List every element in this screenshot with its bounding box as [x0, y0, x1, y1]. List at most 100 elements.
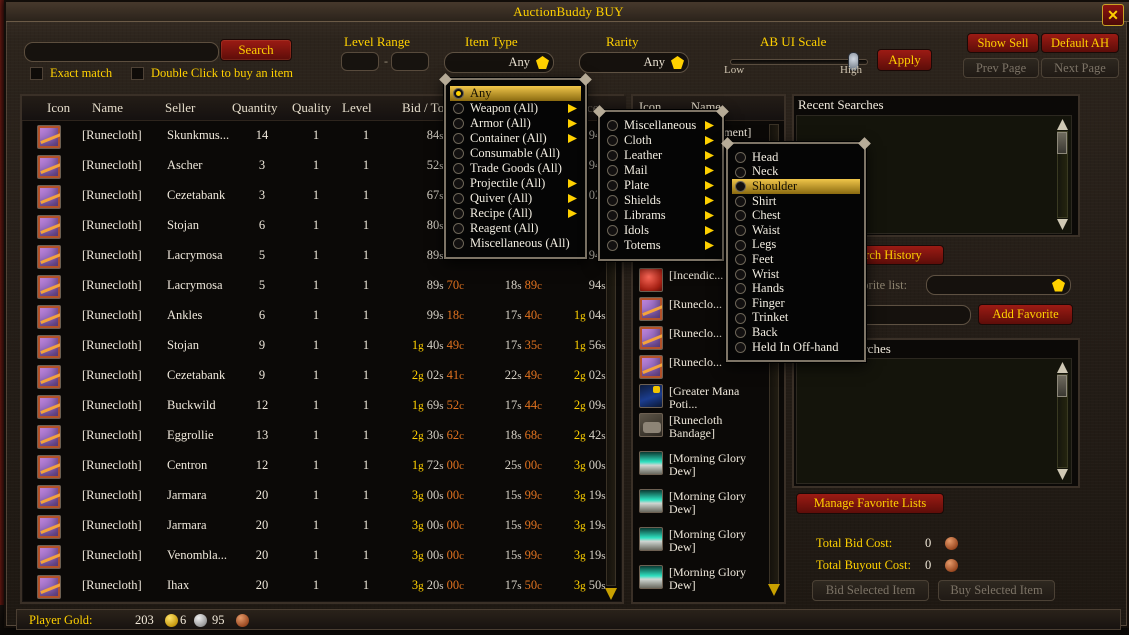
table-row[interactable]: [Runecloth] Stojan 9 1 1 1g 40s 49c 17s 35c 1g …: [24, 332, 608, 362]
level-min-input[interactable]: [341, 52, 379, 71]
scroll-down-icon[interactable]: [1057, 219, 1068, 230]
next-page-button[interactable]: Next Page: [1041, 58, 1119, 78]
runecloth-icon[interactable]: [639, 355, 663, 379]
greater-mana-potion-icon[interactable]: [639, 384, 663, 408]
runecloth-bandage-icon[interactable]: [639, 413, 663, 437]
list-item[interactable]: [Morning Glory Dew]: [635, 562, 765, 600]
radio-icon[interactable]: [735, 210, 746, 222]
list-item[interactable]: [Greater Mana Poti...: [635, 381, 765, 411]
scroll-thumb[interactable]: [1057, 132, 1067, 154]
menu-item-shields[interactable]: Shields: [604, 193, 718, 208]
add-favorite-button[interactable]: Add Favorite: [978, 304, 1073, 325]
radio-icon[interactable]: [453, 193, 464, 204]
exact-match-box[interactable]: [30, 67, 43, 80]
radio-icon[interactable]: [735, 283, 746, 295]
item-type-menu[interactable]: Any Weapon (All) Armor (All) Container (All…: [444, 78, 587, 259]
favorite-name-input[interactable]: [858, 305, 971, 325]
runecloth-icon[interactable]: [37, 545, 61, 569]
runecloth-icon[interactable]: [37, 215, 61, 239]
radio-icon[interactable]: [607, 135, 618, 146]
list-item[interactable]: [Morning Glory Dew]: [635, 524, 765, 562]
column-header-quantity[interactable]: Quantity: [232, 100, 278, 116]
menu-item-idols[interactable]: Idols: [604, 223, 718, 238]
runecloth-icon[interactable]: [37, 395, 61, 419]
favorite-searches-list[interactable]: [796, 358, 1072, 484]
morning-glory-dew-icon[interactable]: [639, 565, 663, 589]
column-header-level[interactable]: Level: [342, 100, 372, 116]
morning-glory-dew-icon[interactable]: [639, 451, 663, 475]
menu-item-shoulder[interactable]: Shoulder: [732, 179, 860, 194]
runecloth-icon[interactable]: [37, 425, 61, 449]
menu-item-hands[interactable]: Hands: [732, 281, 860, 296]
item-type-dropdown[interactable]: Any: [444, 52, 554, 73]
runecloth-icon[interactable]: [37, 275, 61, 299]
menu-item-plate[interactable]: Plate: [604, 178, 718, 193]
search-input[interactable]: [24, 42, 219, 62]
rarity-dropdown[interactable]: Any: [579, 52, 689, 73]
search-button[interactable]: Search: [220, 39, 292, 61]
buy-selected-item-button[interactable]: Buy Selected Item: [938, 580, 1055, 601]
menu-item-leather[interactable]: Leather: [604, 148, 718, 163]
radio-icon[interactable]: [735, 239, 746, 251]
menu-item-legs[interactable]: Legs: [732, 237, 860, 253]
radio-icon[interactable]: [607, 240, 618, 251]
radio-icon[interactable]: [735, 341, 746, 353]
runecloth-icon[interactable]: [37, 245, 61, 269]
menu-item-armor-all[interactable]: Armor (All): [450, 116, 581, 131]
list-item[interactable]: [Morning Glory Dew]: [635, 448, 765, 486]
radio-icon[interactable]: [453, 133, 464, 144]
radio-icon[interactable]: [453, 163, 464, 174]
runecloth-icon[interactable]: [37, 305, 61, 329]
radio-icon[interactable]: [453, 178, 464, 189]
menu-item-reagent-all[interactable]: Reagent (All): [450, 221, 581, 236]
menu-item-miscellaneous[interactable]: Miscellaneous: [604, 118, 718, 133]
table-row[interactable]: [Runecloth] Ihax 20 1 1 3g 20s 00c 17s 50c 3g 5…: [24, 572, 608, 602]
radio-icon[interactable]: [735, 254, 746, 266]
menu-item-shirt[interactable]: Shirt: [732, 194, 860, 209]
runecloth-icon[interactable]: [37, 455, 61, 479]
menu-item-wrist[interactable]: Wrist: [732, 267, 860, 282]
runecloth-icon[interactable]: [37, 185, 61, 209]
table-row[interactable]: [Runecloth] Jarmara 20 1 1 3g 00s 00c 15s 99c 3…: [24, 512, 608, 542]
bid-selected-item-button[interactable]: Bid Selected Item: [812, 580, 929, 601]
scroll-up-icon[interactable]: [1057, 119, 1068, 130]
recent-searches-scrollbar[interactable]: [1056, 118, 1069, 231]
double-click-box[interactable]: [131, 67, 144, 80]
armor-submenu[interactable]: Miscellaneous Cloth Leather Mail Plate Shield…: [598, 110, 724, 261]
menu-item-head[interactable]: Head: [732, 150, 860, 165]
menu-item-totems[interactable]: Totems: [604, 238, 718, 253]
scroll-down-icon[interactable]: [768, 584, 780, 596]
table-row[interactable]: [Runecloth]Lacrymosa511 89s 70c18s 89c94…: [24, 272, 608, 302]
table-row[interactable]: [Runecloth] Venombla... 20 1 1 3g 00s 00c 15s …: [24, 542, 608, 572]
menu-item-container-all[interactable]: Container (All): [450, 131, 581, 146]
table-row[interactable]: [Runecloth] Buckwild 12 1 1 1g 69s 52c 17s 44c…: [24, 392, 608, 422]
radio-icon[interactable]: [735, 152, 746, 163]
double-click-buy-checkbox[interactable]: Double Click to buy an item: [131, 66, 293, 81]
menu-item-trade-goods-all[interactable]: Trade Goods (All): [450, 161, 581, 176]
table-row[interactable]: [Runecloth] Centron 12 1 1 1g 72s 00c 25s 00c 3…: [24, 452, 608, 482]
manage-favorite-lists-button[interactable]: Manage Favorite Lists: [796, 493, 944, 514]
table-row[interactable]: [Runecloth] Cezetabank 9 1 1 2g 02s 41c 22s 49…: [24, 362, 608, 392]
radio-icon[interactable]: [607, 150, 618, 161]
radio-icon[interactable]: [607, 195, 618, 206]
menu-item-waist[interactable]: Waist: [732, 223, 860, 238]
radio-icon[interactable]: [453, 208, 464, 219]
runecloth-icon[interactable]: [37, 485, 61, 509]
menu-item-recipe-all[interactable]: Recipe (All): [450, 206, 581, 221]
favorite-searches-scrollbar[interactable]: [1056, 361, 1069, 481]
radio-icon[interactable]: [735, 268, 746, 280]
column-header-seller[interactable]: Seller: [165, 100, 195, 116]
runecloth-icon[interactable]: [37, 335, 61, 359]
radio-icon[interactable]: [735, 297, 746, 309]
show-sell-button[interactable]: Show Sell: [967, 33, 1039, 53]
scroll-up-icon[interactable]: [1057, 362, 1068, 373]
menu-item-chest[interactable]: Chest: [732, 208, 860, 223]
runecloth-icon[interactable]: [37, 575, 61, 599]
radio-icon[interactable]: [453, 238, 464, 249]
radio-icon[interactable]: [735, 224, 746, 236]
runecloth-icon[interactable]: [37, 365, 61, 389]
default-ah-button[interactable]: Default AH: [1041, 33, 1119, 53]
table-row[interactable]: [Runecloth] Jarmara 20 1 1 3g 00s 00c 15s 99c 3…: [24, 482, 608, 512]
menu-item-any[interactable]: Any: [450, 86, 581, 101]
menu-item-projectile-all[interactable]: Projectile (All): [450, 176, 581, 191]
